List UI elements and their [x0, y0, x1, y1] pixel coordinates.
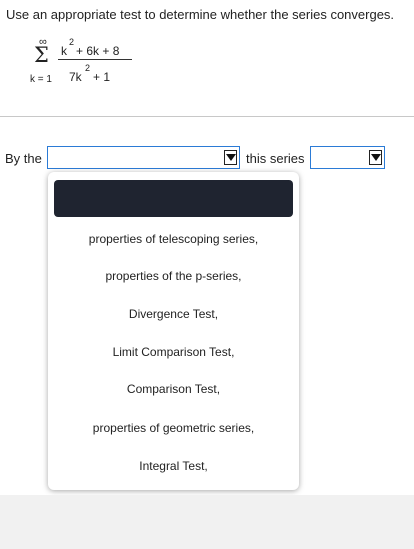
test-select[interactable]: [47, 146, 240, 169]
dropdown-option[interactable]: properties of geometric series,: [48, 421, 299, 435]
dropdown-option[interactable]: Limit Comparison Test,: [48, 345, 299, 359]
dropdown-arrow-icon[interactable]: [369, 150, 382, 165]
convergence-select[interactable]: [310, 146, 385, 169]
denominator-exponent: 2: [85, 63, 91, 73]
answer-middle-text: this series: [246, 151, 305, 166]
dropdown-option[interactable]: Integral Test,: [48, 459, 299, 473]
answer-prefix: By the: [5, 151, 42, 166]
question-panel: Use an appropriate test to determine whe…: [0, 0, 414, 117]
dropdown-option[interactable]: Divergence Test,: [48, 307, 299, 321]
series-expression: ∞ Σ k = 1 k 2 + 6k + 8 7k 2 + 1: [30, 36, 160, 116]
sigma-symbol: Σ: [34, 43, 49, 67]
dropdown-arrow-icon[interactable]: [224, 150, 237, 165]
numerator-base: k: [61, 44, 67, 58]
dropdown-option[interactable]: properties of the p-series,: [48, 269, 299, 283]
test-dropdown-menu: properties of telescoping series, proper…: [48, 172, 299, 490]
numerator-exponent: 2: [69, 37, 75, 47]
dropdown-selected-option[interactable]: [54, 180, 293, 217]
question-prompt: Use an appropriate test to determine whe…: [6, 7, 395, 22]
fraction-bar: [58, 59, 132, 60]
footer-band: [0, 495, 414, 549]
numerator-rest: + 6k + 8: [76, 44, 120, 58]
answer-row: By the this series: [0, 145, 414, 175]
dropdown-option[interactable]: properties of telescoping series,: [48, 232, 299, 246]
sum-lower-limit: k = 1: [30, 74, 52, 85]
denominator-base: 7k: [69, 70, 82, 84]
dropdown-option[interactable]: Comparison Test,: [48, 382, 299, 396]
denominator-rest: + 1: [93, 70, 111, 84]
